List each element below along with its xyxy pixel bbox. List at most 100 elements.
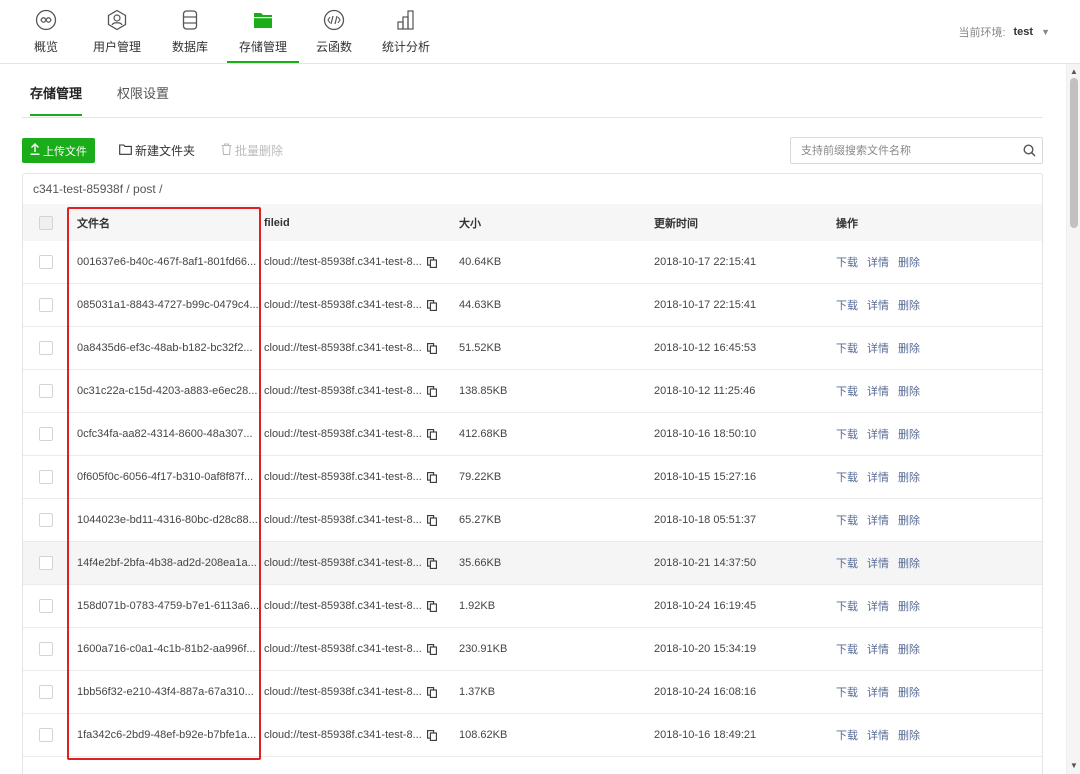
- copy-icon[interactable]: [426, 729, 437, 741]
- download-link[interactable]: 下载: [836, 426, 858, 442]
- row-checkbox[interactable]: [39, 427, 53, 441]
- row-checkbox[interactable]: [39, 642, 53, 656]
- scroll-up-arrow-icon[interactable]: ▲: [1070, 68, 1078, 76]
- nav-user-management[interactable]: 用户管理: [93, 0, 141, 63]
- updated-time-cell: 2018-10-16 18:50:10: [654, 428, 757, 440]
- row-checkbox[interactable]: [39, 685, 53, 699]
- detail-link[interactable]: 详情: [867, 684, 889, 700]
- vertical-scrollbar[interactable]: ▲ ▼: [1066, 64, 1080, 774]
- copy-icon[interactable]: [426, 385, 437, 397]
- row-checkbox[interactable]: [39, 556, 53, 570]
- copy-icon[interactable]: [426, 643, 437, 655]
- row-checkbox[interactable]: [39, 599, 53, 613]
- download-link[interactable]: 下载: [836, 297, 858, 313]
- search-input[interactable]: [791, 138, 1016, 163]
- delete-link[interactable]: 删除: [898, 426, 920, 442]
- copy-icon[interactable]: [426, 256, 437, 268]
- detail-link[interactable]: 详情: [867, 297, 889, 313]
- copy-icon[interactable]: [426, 514, 437, 526]
- copy-icon[interactable]: [426, 557, 437, 569]
- table-row[interactable]: 001637e6-b40c-467f-8af1-801fd66... cloud:…: [23, 241, 1042, 284]
- table-row[interactable]: 1bb56f32-e210-43f4-887a-67a310... cloud:/…: [23, 671, 1042, 714]
- detail-link[interactable]: 详情: [867, 727, 889, 743]
- copy-icon[interactable]: [426, 428, 437, 440]
- row-checkbox[interactable]: [39, 470, 53, 484]
- nav-database[interactable]: 数据库: [172, 0, 208, 63]
- download-link[interactable]: 下载: [836, 512, 858, 528]
- breadcrumb[interactable]: c341-test-85938f / post /: [23, 174, 1042, 204]
- delete-link[interactable]: 删除: [898, 641, 920, 657]
- table-row[interactable]: 1044023e-bd11-4316-80bc-d28c88... cloud:/…: [23, 499, 1042, 542]
- nav-cloud-function[interactable]: 云函数: [316, 0, 352, 63]
- search-icon[interactable]: [1016, 144, 1042, 157]
- delete-link[interactable]: 删除: [898, 555, 920, 571]
- table-row[interactable]: 1600a716-c0a1-4c1b-81b2-aa996f... cloud:/…: [23, 628, 1042, 671]
- detail-link[interactable]: 详情: [867, 641, 889, 657]
- detail-link[interactable]: 详情: [867, 383, 889, 399]
- nav-storage-management[interactable]: 存储管理: [227, 0, 299, 63]
- fileid-text: cloud://test-85938f.c341-test-8...: [264, 514, 422, 526]
- new-folder-button[interactable]: 新建文件夹: [119, 138, 195, 163]
- select-all-checkbox[interactable]: [39, 215, 53, 230]
- detail-link[interactable]: 详情: [867, 555, 889, 571]
- delete-link[interactable]: 删除: [898, 469, 920, 485]
- copy-icon[interactable]: [426, 471, 437, 483]
- detail-link[interactable]: 详情: [867, 340, 889, 356]
- copy-icon[interactable]: [426, 299, 437, 311]
- download-link[interactable]: 下载: [836, 727, 858, 743]
- tab-permission-settings[interactable]: 权限设置: [117, 83, 169, 116]
- delete-link[interactable]: 删除: [898, 512, 920, 528]
- row-checkbox[interactable]: [39, 513, 53, 527]
- delete-link[interactable]: 删除: [898, 684, 920, 700]
- tab-storage-management[interactable]: 存储管理: [30, 83, 83, 116]
- delete-link[interactable]: 删除: [898, 383, 920, 399]
- delete-link[interactable]: 删除: [898, 254, 920, 270]
- scroll-down-arrow-icon[interactable]: ▼: [1070, 762, 1078, 770]
- operations-cell: 下载 详情 删除: [836, 727, 1042, 743]
- nav-overview[interactable]: 概览: [34, 0, 58, 63]
- detail-link[interactable]: 详情: [867, 469, 889, 485]
- download-link[interactable]: 下载: [836, 340, 858, 356]
- download-link[interactable]: 下载: [836, 598, 858, 614]
- download-link[interactable]: 下载: [836, 684, 858, 700]
- row-checkbox[interactable]: [39, 341, 53, 355]
- table-row[interactable]: 0a8435d6-ef3c-48ab-b182-bc32f2... cloud:/…: [23, 327, 1042, 370]
- size-cell: 40.64KB: [459, 256, 502, 268]
- scrollbar-thumb[interactable]: [1070, 78, 1078, 228]
- nav-statistics[interactable]: 统计分析: [382, 0, 430, 63]
- table-row[interactable]: 0cfc34fa-aa82-4314-8600-48a307... cloud:/…: [23, 413, 1042, 456]
- row-checkbox[interactable]: [39, 728, 53, 742]
- row-checkbox[interactable]: [39, 384, 53, 398]
- updated-time-cell: 2018-10-12 16:45:53: [654, 342, 757, 354]
- download-link[interactable]: 下载: [836, 383, 858, 399]
- delete-link[interactable]: 删除: [898, 340, 920, 356]
- environment-selector[interactable]: 当前环境: test ▼: [958, 24, 1050, 40]
- row-checkbox[interactable]: [39, 298, 53, 312]
- copy-icon[interactable]: [426, 600, 437, 612]
- batch-delete-button[interactable]: 批量删除: [221, 138, 283, 163]
- download-link[interactable]: 下载: [836, 555, 858, 571]
- detail-link[interactable]: 详情: [867, 254, 889, 270]
- delete-link[interactable]: 删除: [898, 297, 920, 313]
- table-row[interactable]: 0f605f0c-6056-4f17-b310-0af8f87f... cloud…: [23, 456, 1042, 499]
- detail-link[interactable]: 详情: [867, 512, 889, 528]
- file-name-cell: 1044023e-bd11-4316-80bc-d28c88...: [77, 514, 258, 526]
- table-row[interactable]: 0c31c22a-c15d-4203-a883-e6ec28... cloud:/…: [23, 370, 1042, 413]
- row-checkbox[interactable]: [39, 255, 53, 269]
- upload-file-button[interactable]: 上传文件: [22, 138, 95, 163]
- file-name-cell: 0c31c22a-c15d-4203-a883-e6ec28...: [77, 385, 258, 397]
- download-link[interactable]: 下载: [836, 254, 858, 270]
- detail-link[interactable]: 详情: [867, 426, 889, 442]
- download-link[interactable]: 下载: [836, 469, 858, 485]
- table-row[interactable]: 085031a1-8843-4727-b99c-0479c4... cloud:/…: [23, 284, 1042, 327]
- table-row[interactable]: 1fa342c6-2bd9-48ef-b92e-b7bfe1a... cloud:…: [23, 714, 1042, 757]
- delete-link[interactable]: 删除: [898, 727, 920, 743]
- operations-cell: 下载 详情 删除: [836, 555, 1042, 571]
- table-row[interactable]: 158d071b-0783-4759-b7e1-6113a6... cloud:/…: [23, 585, 1042, 628]
- delete-link[interactable]: 删除: [898, 598, 920, 614]
- copy-icon[interactable]: [426, 342, 437, 354]
- detail-link[interactable]: 详情: [867, 598, 889, 614]
- download-link[interactable]: 下载: [836, 641, 858, 657]
- table-row[interactable]: 14f4e2bf-2bfa-4b38-ad2d-208ea1a... cloud:…: [23, 542, 1042, 585]
- copy-icon[interactable]: [426, 686, 437, 698]
